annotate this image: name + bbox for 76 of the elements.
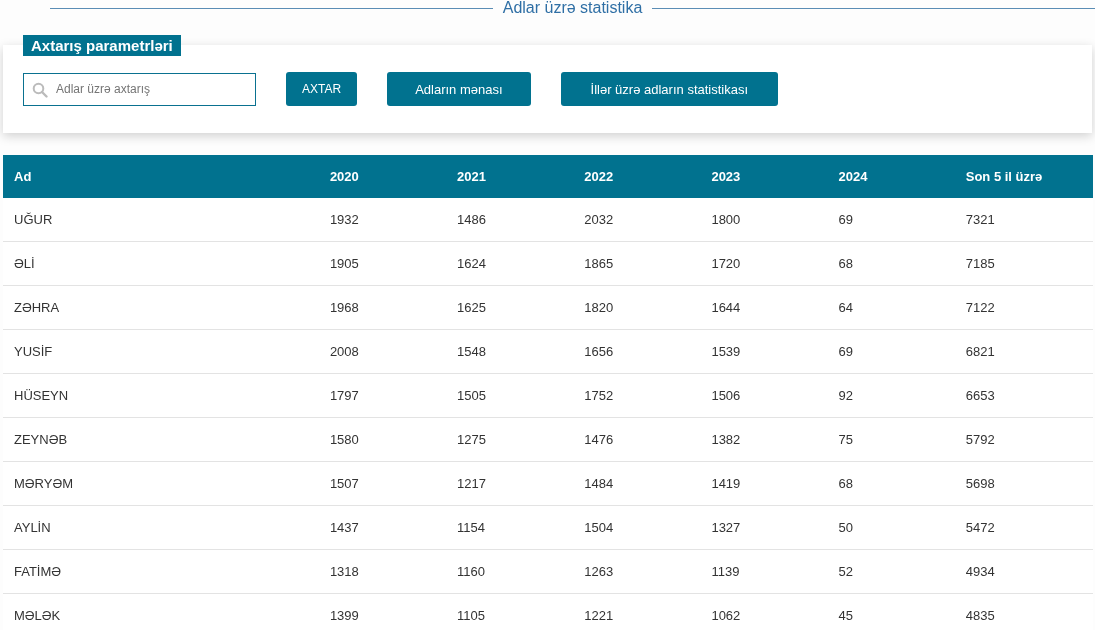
table-cell: 50 — [838, 505, 966, 550]
table-cell: ZEYNƏB — [3, 417, 330, 462]
table-cell: 1419 — [711, 461, 839, 506]
table-cell: 1820 — [584, 285, 712, 330]
table-cell: 1437 — [329, 505, 458, 550]
table-cell: 1656 — [584, 329, 712, 374]
table-cell: 68 — [838, 241, 966, 286]
column-header[interactable]: Son 5 il üzrə — [965, 155, 1093, 198]
table-cell: HÜSEYN — [3, 373, 330, 418]
table-cell: 1486 — [457, 198, 585, 242]
table-cell: 69 — [838, 329, 966, 374]
table-cell: 2008 — [329, 329, 458, 374]
table-cell: 1800 — [711, 198, 839, 242]
table-cell: 6821 — [965, 329, 1093, 374]
table-cell: 64 — [838, 285, 966, 330]
table-cell: 5792 — [965, 417, 1093, 462]
table-cell: 1160 — [457, 549, 585, 594]
table-cell: 1548 — [457, 329, 585, 374]
table-cell: 7122 — [965, 285, 1093, 330]
table-cell: 1905 — [329, 241, 458, 286]
column-header[interactable]: Ad — [3, 155, 330, 198]
column-header[interactable]: 2023 — [711, 155, 839, 198]
table-cell: 1217 — [457, 461, 585, 506]
table-cell: AYLİN — [3, 505, 330, 550]
table-cell: 6653 — [965, 373, 1093, 418]
table-cell: 1624 — [457, 241, 585, 286]
action-button[interactable]: İllər üzrə adların statistikası — [560, 72, 779, 106]
table-cell: 75 — [838, 417, 966, 462]
table-cell: 1865 — [584, 241, 712, 286]
column-header[interactable]: 2024 — [838, 155, 966, 198]
table-cell: 1506 — [711, 373, 839, 418]
table-cell: 1318 — [329, 549, 458, 594]
column-header[interactable]: 2022 — [584, 155, 712, 198]
table-cell: 1968 — [329, 285, 458, 330]
table-cell: 1484 — [584, 461, 712, 506]
table-cell: 1644 — [711, 285, 839, 330]
table-cell: UĞUR — [3, 198, 330, 242]
table-cell: FATİMƏ — [3, 549, 330, 594]
table-cell: 5472 — [965, 505, 1093, 550]
table-cell: 1752 — [584, 373, 712, 418]
table-cell: 1154 — [457, 505, 585, 550]
table-cell: 2032 — [584, 198, 712, 242]
table-cell: 69 — [838, 198, 966, 242]
table-cell: 4934 — [965, 549, 1093, 594]
table-cell: 1382 — [711, 417, 839, 462]
table-cell: 1625 — [457, 285, 585, 330]
table-cell: 1507 — [329, 461, 458, 506]
table-cell: MƏRYƏM — [3, 461, 330, 506]
table-cell: 1139 — [711, 549, 839, 594]
table-cell: 1720 — [711, 241, 839, 286]
table-cell: 1327 — [711, 505, 839, 550]
column-header[interactable]: 2020 — [329, 155, 458, 198]
table-cell: 7185 — [965, 241, 1093, 286]
table-cell: 1263 — [584, 549, 712, 594]
action-button[interactable]: Adların mənası — [387, 72, 531, 106]
column-header[interactable]: 2021 — [457, 155, 585, 198]
table-cell: 52 — [838, 549, 966, 594]
table-cell: 1505 — [457, 373, 585, 418]
panel-legend: Axtarış parametrləri — [23, 35, 181, 56]
table-cell: 1932 — [329, 198, 458, 242]
table-cell: 1275 — [457, 417, 585, 462]
table-cell: 7321 — [965, 198, 1093, 242]
table-cell: 1580 — [329, 417, 458, 462]
table-cell: YUSİF — [3, 329, 330, 374]
table-cell: ƏLİ — [3, 241, 330, 286]
table-cell: 92 — [838, 373, 966, 418]
table-cell: 1539 — [711, 329, 839, 374]
table-cell: 1476 — [584, 417, 712, 462]
table-cell: 5698 — [965, 461, 1093, 506]
table-cell: 1504 — [584, 505, 712, 550]
action-button[interactable]: AXTAR — [286, 72, 358, 106]
page-title: Adlar üzrə statistika — [502, 0, 643, 16]
search-field[interactable]: Adlar üzrə axtarış — [23, 72, 256, 106]
table-cell: 1797 — [329, 373, 458, 418]
table-cell: 68 — [838, 461, 966, 506]
table-cell: ZƏHRA — [3, 285, 330, 330]
